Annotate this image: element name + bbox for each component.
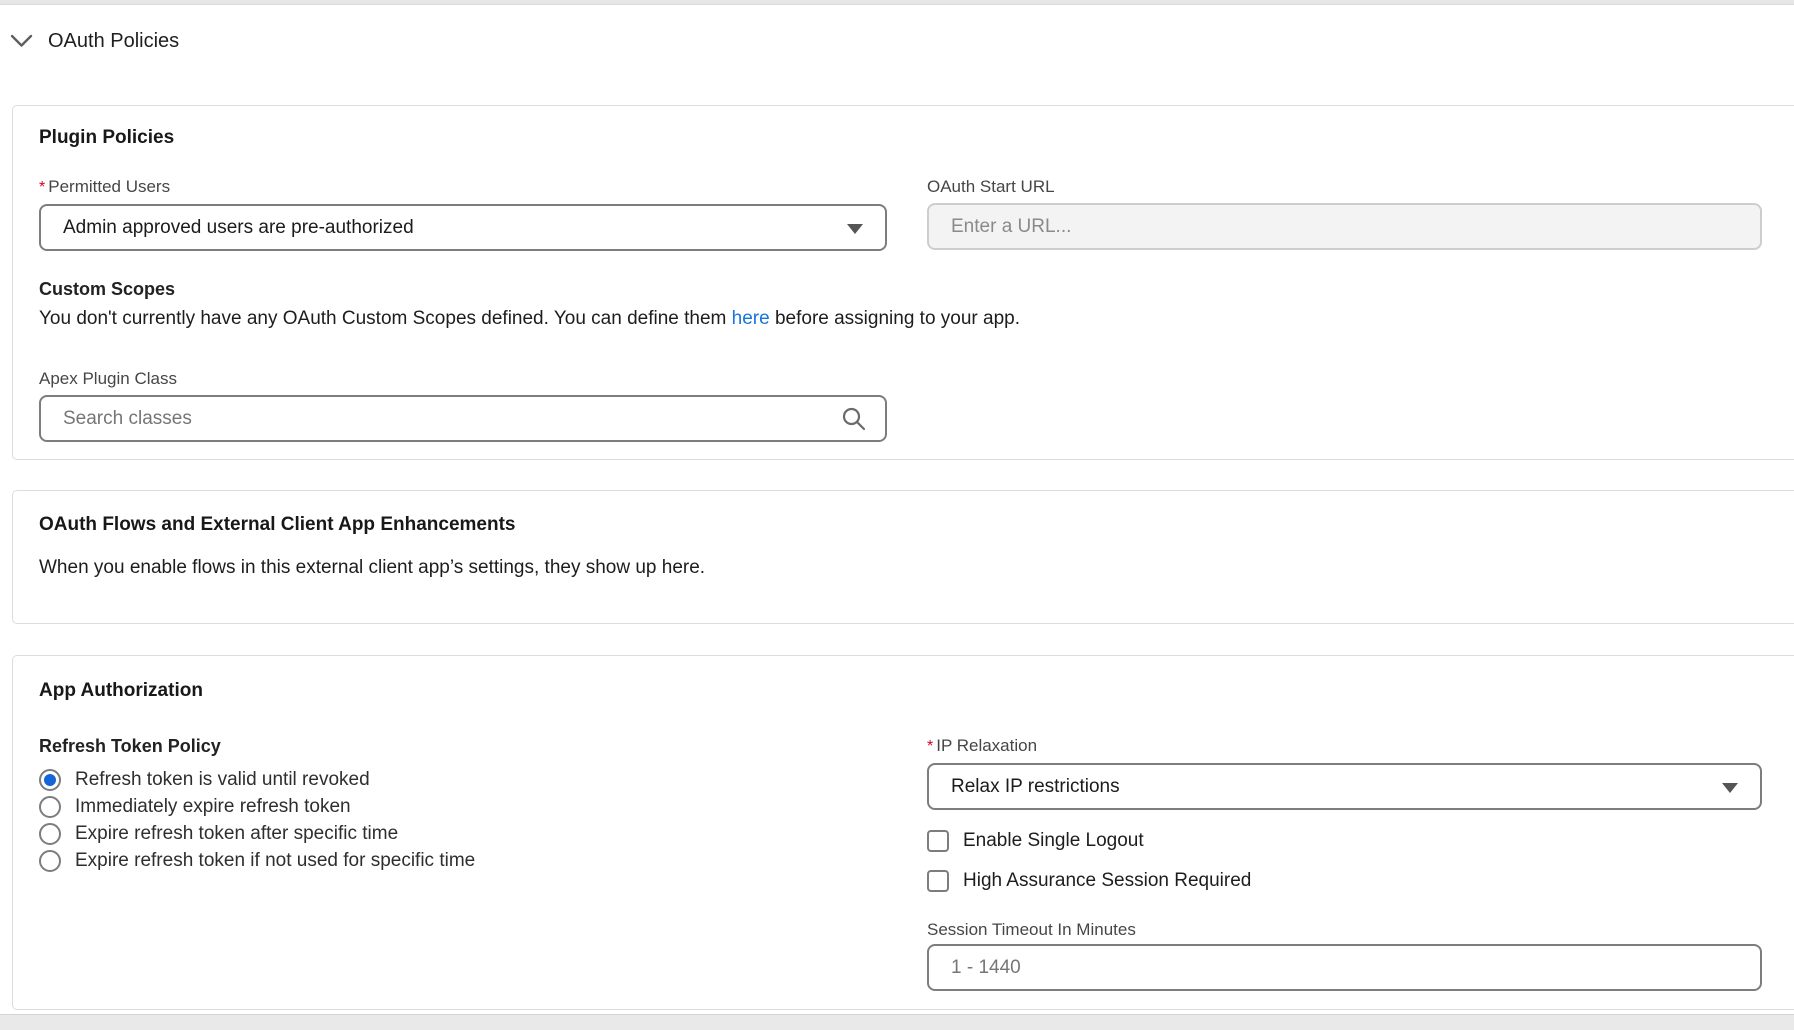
plugin-policies-card: Plugin Policies *Permitted Users Admin a… <box>12 105 1794 460</box>
oauth-start-url-input <box>927 203 1762 250</box>
checkbox-unchecked-icon[interactable] <box>927 870 949 892</box>
permitted-users-select[interactable]: Admin approved users are pre-authorized <box>39 204 887 251</box>
radio-option-valid-until-revoked[interactable]: Refresh token is valid until revoked <box>39 766 887 793</box>
oauth-flows-heading: OAuth Flows and External Client App Enha… <box>39 515 1763 535</box>
oauth-start-url-field: OAuth Start URL <box>927 178 1762 251</box>
refresh-token-policy-options: Refresh token is valid until revoked Imm… <box>39 766 887 874</box>
permitted-users-label: *Permitted Users <box>39 178 887 196</box>
radio-option-immediately-expire[interactable]: Immediately expire refresh token <box>39 793 887 820</box>
enable-single-logout-row[interactable]: Enable Single Logout <box>927 830 1762 852</box>
permitted-users-value: Admin approved users are pre-authorized <box>63 217 414 239</box>
radio-selected-icon[interactable] <box>39 769 61 791</box>
oauth-flows-description: When you enable flows in this external c… <box>39 557 1763 579</box>
permitted-users-field: *Permitted Users Admin approved users ar… <box>39 178 887 251</box>
radio-unselected-icon[interactable] <box>39 796 61 818</box>
oauth-policies-section-header[interactable]: OAuth Policies <box>10 28 1794 54</box>
app-authorization-fields: Refresh Token Policy Refresh token is va… <box>39 737 1763 991</box>
radio-unselected-icon[interactable] <box>39 823 61 845</box>
app-authorization-heading: App Authorization <box>39 681 1763 701</box>
bottom-divider <box>0 1014 1794 1030</box>
radio-unselected-icon[interactable] <box>39 850 61 872</box>
chevron-down-icon[interactable] <box>10 34 33 48</box>
app-authorization-card: App Authorization Refresh Token Policy R… <box>12 655 1794 1010</box>
high-assurance-session-row[interactable]: High Assurance Session Required <box>927 870 1762 892</box>
section-title: OAuth Policies <box>48 30 179 53</box>
custom-scopes-heading: Custom Scopes <box>39 280 1763 299</box>
oauth-flows-card: OAuth Flows and External Client App Enha… <box>12 490 1794 624</box>
ip-relaxation-label: *IP Relaxation <box>927 737 1762 755</box>
app-authorization-right-column: *IP Relaxation Relax IP restrictions Ena… <box>927 737 1762 991</box>
session-timeout-input[interactable] <box>927 944 1762 991</box>
ip-relaxation-value: Relax IP restrictions <box>951 776 1120 798</box>
apex-plugin-class-label: Apex Plugin Class <box>39 370 887 387</box>
radio-option-expire-if-not-used[interactable]: Expire refresh token if not used for spe… <box>39 847 887 874</box>
required-asterisk: * <box>927 738 933 755</box>
apex-plugin-class-field: Apex Plugin Class <box>39 370 887 442</box>
session-timeout-label: Session Timeout In Minutes <box>927 921 1762 938</box>
radio-option-expire-after-time[interactable]: Expire refresh token after specific time <box>39 820 887 847</box>
checkbox-unchecked-icon[interactable] <box>927 830 949 852</box>
plugin-policies-heading: Plugin Policies <box>39 128 1763 148</box>
oauth-start-url-label: OAuth Start URL <box>927 178 1762 195</box>
apex-plugin-class-search-input[interactable] <box>39 395 887 442</box>
custom-scopes-text: You don't currently have any OAuth Custo… <box>39 307 1763 330</box>
dropdown-caret-icon <box>847 224 863 234</box>
custom-scopes-here-link[interactable]: here <box>732 308 770 329</box>
refresh-token-policy-group: Refresh Token Policy Refresh token is va… <box>39 737 887 991</box>
required-asterisk: * <box>39 179 45 196</box>
dropdown-caret-icon <box>1722 783 1738 793</box>
search-icon <box>841 406 867 437</box>
ip-relaxation-select[interactable]: Relax IP restrictions <box>927 763 1762 810</box>
session-timeout-field: Session Timeout In Minutes <box>927 921 1762 991</box>
refresh-token-policy-label: Refresh Token Policy <box>39 737 887 756</box>
top-divider <box>0 0 1794 5</box>
plugin-policies-fields: *Permitted Users Admin approved users ar… <box>39 178 1763 251</box>
